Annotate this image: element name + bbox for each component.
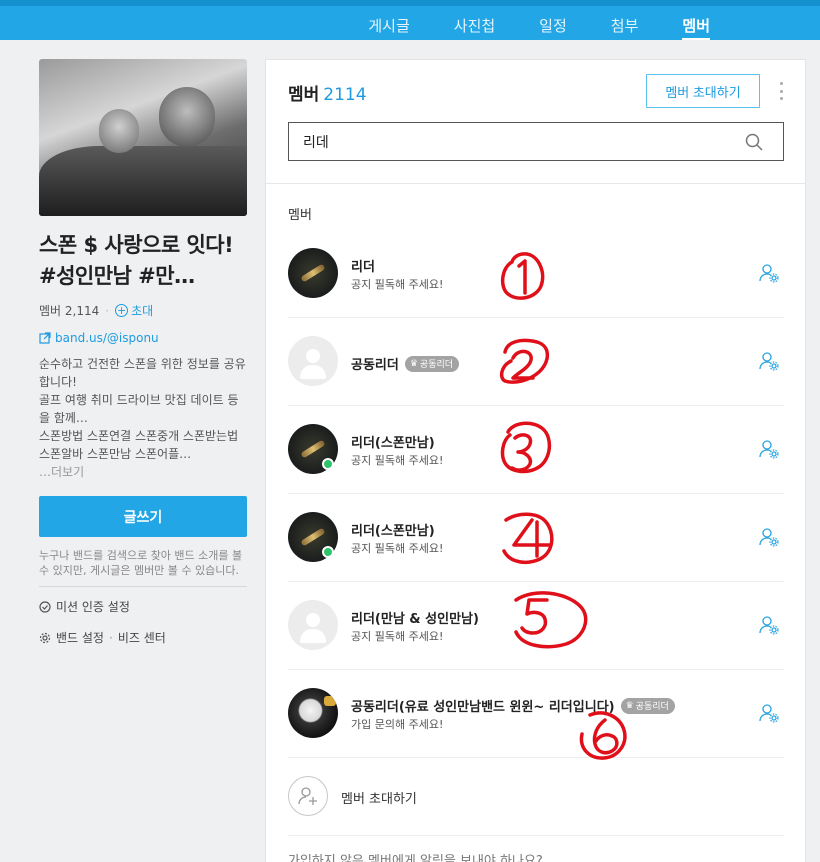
band-title[interactable]: 스폰 $ 사랑으로 잇다! #성인만남 #만… — [39, 230, 247, 292]
co-leader-badge: ♛ 공동리더 — [404, 355, 460, 372]
member-name: 공동리더 ♛ 공동리더 — [351, 354, 460, 373]
avatar[interactable] — [288, 688, 338, 738]
co-leader-badge: ♛ 공동리더 — [620, 697, 675, 714]
member-panel-title: 멤버 2114 — [288, 85, 367, 105]
invite-member-button[interactable]: 멤버 초대하기 — [646, 74, 760, 108]
crown-icon: ♛ — [409, 358, 418, 369]
member-name: 리더 — [351, 260, 375, 275]
divider — [266, 183, 805, 184]
band-meta: 멤버 2,114 · + 초대 — [39, 302, 154, 319]
member-name: 공동리더(유료 성인만남밴드 윈윈~ 리더입니다) ♛ 공동리더 — [351, 696, 675, 715]
member-total-count: 2114 — [323, 85, 367, 105]
gear-icon — [39, 632, 51, 643]
band-sidebar: 스폰 $ 사랑으로 잇다! #성인만남 #만… 멤버 2,114 · + 초대 … — [39, 59, 247, 646]
visibility-note: 누구나 밴드를 검색으로 찾아 밴드 소개를 볼 수 있지만, 게시글은 멤버만… — [39, 548, 247, 587]
top-nav: 게시글 사진첩 일정 첨부 멤버 — [346, 16, 732, 40]
member-status: 공지 필독해 주세요! — [351, 630, 444, 643]
member-status: 가입 문의해 주세요! — [351, 718, 444, 731]
online-badge — [322, 458, 334, 470]
band-cover-image[interactable] — [39, 59, 247, 216]
member-row[interactable]: 공동리더 ♛ 공동리더 — [288, 318, 784, 406]
unregistered-notice[interactable]: 가입하지 않은 멤버에게 알림을 보내야 하나요? — [288, 850, 543, 862]
add-user-icon[interactable] — [288, 776, 328, 816]
member-row[interactable]: 리더 공지 필독해 주세요! — [288, 230, 784, 318]
tab-attachments[interactable]: 첨부 — [589, 16, 661, 40]
invite-member-row[interactable]: 멤버 초대하기 — [288, 758, 784, 836]
biz-center-link[interactable]: 비즈 센터 — [118, 629, 166, 646]
more-link[interactable]: …더보기 — [39, 463, 247, 481]
top-bar: 게시글 사진첩 일정 첨부 멤버 — [0, 0, 820, 40]
avatar[interactable] — [288, 248, 338, 298]
member-settings-icon[interactable] — [758, 614, 780, 636]
band-url[interactable]: band.us/@isponu — [39, 331, 247, 345]
invite-link[interactable]: + 초대 — [115, 302, 153, 319]
member-count[interactable]: 멤버 2,114 — [39, 302, 99, 319]
mission-setting-link[interactable]: 미션 인증 설정 — [39, 598, 247, 615]
member-row[interactable]: 리더(만남 & 성인만남) 공지 필독해 주세요! — [288, 582, 784, 670]
member-search-input[interactable] — [289, 123, 729, 160]
band-settings-row: 밴드 설정 · 비즈 센터 — [39, 629, 247, 646]
write-post-button[interactable]: 글쓰기 — [39, 496, 247, 537]
crown-icon: ♛ — [625, 700, 634, 711]
external-link-icon — [39, 332, 51, 344]
member-name: 리더(스폰만남) — [351, 436, 435, 451]
member-name: 리더(스폰만남) — [351, 524, 435, 539]
band-description: 순수하고 건전한 스폰을 위한 정보를 공유합니다! 골프 여행 취미 드라이브… — [39, 357, 246, 461]
check-circle-icon — [39, 600, 51, 613]
member-settings-icon[interactable] — [758, 526, 780, 548]
member-list: 리더 공지 필독해 주세요! 공동리더 ♛ 공동리더 리더(스폰만남) 공지 필독… — [288, 230, 784, 836]
member-settings-icon[interactable] — [758, 350, 780, 372]
tab-members[interactable]: 멤버 — [682, 16, 710, 40]
invite-member-label[interactable]: 멤버 초대하기 — [341, 788, 417, 807]
online-badge — [322, 546, 334, 558]
tab-schedule[interactable]: 일정 — [517, 16, 589, 40]
avatar[interactable] — [288, 600, 338, 650]
member-settings-icon[interactable] — [758, 438, 780, 460]
section-label: 멤버 — [288, 208, 312, 223]
member-name: 리더(만남 & 성인만남) — [351, 612, 479, 627]
tab-posts[interactable]: 게시글 — [346, 16, 431, 40]
member-row[interactable]: 공동리더(유료 성인만남밴드 윈윈~ 리더입니다) ♛ 공동리더 가입 문의해 주… — [288, 670, 784, 758]
member-row[interactable]: 리더(스폰만남) 공지 필독해 주세요! — [288, 406, 784, 494]
search-icon[interactable] — [745, 133, 763, 151]
tab-photos[interactable]: 사진첩 — [432, 16, 517, 40]
member-status: 공지 필독해 주세요! — [351, 542, 444, 555]
member-search-box — [288, 122, 784, 161]
member-row[interactable]: 리더(스폰만남) 공지 필독해 주세요! — [288, 494, 784, 582]
member-settings-icon[interactable] — [758, 262, 780, 284]
avatar[interactable] — [288, 336, 338, 386]
plus-circle-icon: + — [115, 303, 129, 317]
more-options-icon[interactable] — [778, 82, 784, 100]
band-settings-link[interactable]: 밴드 설정 — [56, 629, 104, 646]
member-settings-icon[interactable] — [758, 702, 780, 724]
member-status: 공지 필독해 주세요! — [351, 278, 444, 291]
member-panel: 멤버2114 멤버 초대하기 멤버 리더 공지 필독해 주세요! 공동리더 ♛공… — [265, 59, 806, 862]
member-status: 공지 필독해 주세요! — [351, 454, 444, 467]
